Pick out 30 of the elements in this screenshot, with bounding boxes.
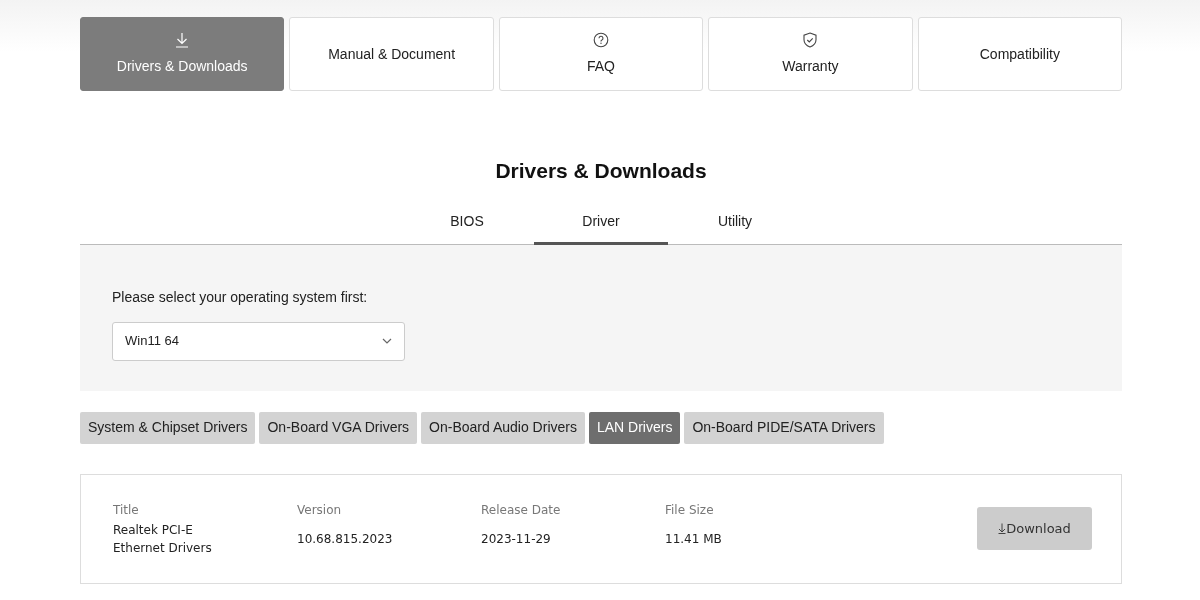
column-header: Title	[113, 501, 140, 518]
category-button[interactable]: On-Board VGA Drivers	[259, 411, 418, 444]
column-header: Release Date	[481, 501, 562, 518]
tab[interactable]: Utility	[668, 210, 802, 245]
table-cell-text: 2023-11-29	[481, 530, 552, 548]
download-icon	[998, 523, 1007, 534]
table-cell-text: 10.68.815.2023	[297, 530, 394, 548]
os-label: Please select your operating system first:	[112, 287, 369, 307]
os-value: Win11 64	[125, 332, 179, 351]
download-button[interactable]: Download	[977, 507, 1092, 550]
table-cell-text: Realtek PCI-E Ethernet Drivers	[113, 521, 213, 557]
page-heading: Drivers & Downloads	[494, 158, 708, 184]
nav-card[interactable]: FAQ	[498, 17, 704, 91]
nav-card[interactable]: Warranty	[708, 17, 913, 91]
table-cell-text: 11.41 MB	[665, 530, 723, 548]
category-button[interactable]: LAN Drivers	[588, 411, 681, 444]
category-button[interactable]: System & Chipset Drivers	[80, 411, 256, 444]
column-header: File Size	[665, 501, 715, 518]
column-header: Version	[297, 501, 343, 518]
os-select[interactable]: Win11 64	[112, 321, 405, 361]
chevron-down-icon	[382, 338, 392, 344]
category-button[interactable]: On-Board PIDE/SATA Drivers	[684, 411, 884, 444]
nav-card[interactable]: Drivers & Downloads	[80, 17, 285, 91]
nav-card[interactable]: Manual & Document	[289, 17, 494, 91]
category-button[interactable]: On-Board Audio Drivers	[421, 411, 585, 444]
tab[interactable]: BIOS	[400, 210, 534, 245]
shield-check-icon	[802, 31, 819, 48]
download-icon	[174, 31, 191, 48]
help-icon	[593, 31, 609, 48]
nav-card[interactable]: Compatibility	[917, 17, 1123, 91]
